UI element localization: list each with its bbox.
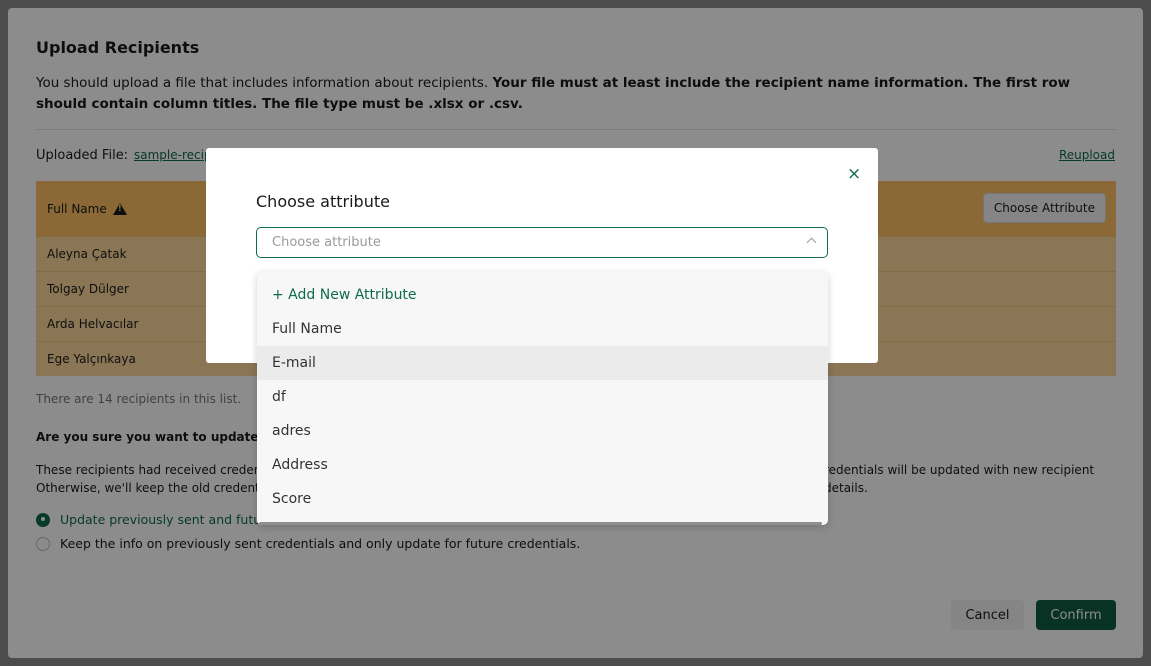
option-address[interactable]: Address	[257, 448, 828, 482]
chevron-up-icon	[806, 237, 817, 248]
close-icon[interactable]: ×	[847, 166, 861, 183]
dropdown-scrollbar[interactable]	[259, 522, 822, 525]
option-adres[interactable]: adres	[257, 414, 828, 448]
select-placeholder: Choose attribute	[272, 235, 381, 250]
option-df[interactable]: df	[257, 380, 828, 414]
option-score[interactable]: Score	[257, 482, 828, 516]
add-new-attribute-option[interactable]: + Add New Attribute	[257, 278, 828, 312]
attribute-select[interactable]: Choose attribute	[256, 227, 828, 258]
option-email[interactable]: E-mail	[257, 346, 828, 380]
option-full-name[interactable]: Full Name	[257, 312, 828, 346]
attribute-dropdown: + Add New Attribute Full Name E-mail df …	[257, 272, 828, 525]
modal-title: Choose attribute	[256, 192, 390, 211]
